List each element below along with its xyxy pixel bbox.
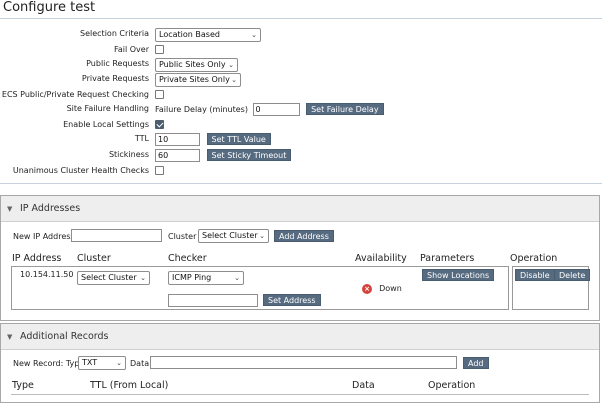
title-divider <box>0 18 602 19</box>
additional-records-header[interactable]: ▼ Additional Records <box>1 324 599 350</box>
cluster-label: Cluster <box>168 232 197 241</box>
ecs-checking-label: ECS Public/Private Request Checking <box>1 90 149 99</box>
show-locations-button[interactable]: Show Locations <box>422 269 495 281</box>
failure-delay-label: Failure Delay (minutes) <box>155 105 248 114</box>
page-title: Configure test <box>3 0 96 15</box>
col-availability: Availability <box>355 253 407 264</box>
additional-records-title: Additional Records <box>20 331 109 342</box>
enable-local-checkbox[interactable] <box>155 120 164 129</box>
row-cluster-value: Select Cluster <box>81 273 137 282</box>
chevron-down-icon: ⌄ <box>234 274 240 282</box>
public-requests-value: Public Sites Only <box>159 60 226 69</box>
set-sticky-timeout-button[interactable]: Set Sticky Timeout <box>206 149 292 161</box>
selection-criteria-select[interactable]: Location Based ⌄ <box>155 28 261 42</box>
disable-button[interactable]: Disable <box>515 269 555 281</box>
cluster-select[interactable]: Select Cluster ⌄ <box>198 229 269 243</box>
chevron-down-icon: ⌄ <box>228 61 234 69</box>
col-type: Type <box>12 380 34 391</box>
chevron-down-icon: ⌄ <box>259 232 265 240</box>
ip-addresses-header[interactable]: ▼ IP Addresses <box>1 196 599 222</box>
additional-records-panel: ▼ Additional Records New Record: Type TX… <box>0 323 600 403</box>
form-row-fail-over: Fail Over <box>0 44 602 58</box>
new-ip-input[interactable] <box>71 229 162 242</box>
row-cluster-select[interactable]: Select Cluster ⌄ <box>77 271 150 285</box>
availability-text: Down <box>379 284 402 293</box>
col-record-operation: Operation <box>428 380 476 391</box>
add-address-button[interactable]: Add Address <box>274 230 334 242</box>
record-type-value: TXT <box>82 358 98 367</box>
ecs-checking-checkbox[interactable] <box>155 90 164 99</box>
form-row-stickiness: Stickiness 60 Set Sticky Timeout <box>0 149 602 163</box>
availability-status: × Down <box>362 284 402 303</box>
ttl-input[interactable]: 10 <box>155 133 200 146</box>
form-row-site-failure: Site Failure Handling Failure Delay (min… <box>0 103 602 117</box>
form-row-private-requests: Private Requests Private Sites Only ⌄ <box>0 73 602 87</box>
triangle-down-icon: ▼ <box>7 333 13 341</box>
fail-over-checkbox[interactable] <box>155 45 164 54</box>
set-address-button[interactable]: Set Address <box>263 294 321 306</box>
data-label: Data <box>130 359 150 368</box>
section-divider <box>0 183 602 184</box>
site-failure-label: Site Failure Handling <box>66 104 149 113</box>
records-header-rule <box>11 394 589 395</box>
failure-delay-input[interactable]: 0 <box>252 103 300 116</box>
form-row-selection-criteria: Selection Criteria Location Based ⌄ <box>0 28 602 42</box>
ip-addresses-panel: ▼ IP Addresses New IP Address Cluster Se… <box>0 195 600 321</box>
new-ip-label: New IP Address <box>13 232 75 241</box>
cluster-select-value: Select Cluster <box>202 231 258 240</box>
col-operation: Operation <box>510 253 558 264</box>
form-row-public-requests: Public Requests Public Sites Only ⌄ <box>0 58 602 72</box>
private-requests-label: Private Requests <box>81 74 149 83</box>
selection-criteria-label: Selection Criteria <box>80 29 149 38</box>
record-type-select[interactable]: TXT ⌄ <box>78 356 126 370</box>
selection-criteria-value: Location Based <box>159 30 220 39</box>
enable-local-label: Enable Local Settings <box>63 120 149 129</box>
triangle-down-icon: ▼ <box>7 205 13 213</box>
set-ttl-button[interactable]: Set TTL Value <box>206 133 271 145</box>
checker-select[interactable]: ICMP Ping ⌄ <box>168 271 244 285</box>
chevron-down-icon: ⌄ <box>251 31 257 39</box>
new-record-type-label: New Record: Type <box>13 359 85 368</box>
x-circle-icon: × <box>362 284 372 294</box>
col-data: Data <box>352 380 375 391</box>
delete-button[interactable]: Delete <box>554 269 591 281</box>
form-row-unanimous: Unanimous Cluster Health Checks <box>0 165 602 179</box>
public-requests-label: Public Requests <box>86 59 149 68</box>
record-data-input[interactable] <box>150 356 457 369</box>
col-parameters: Parameters <box>420 253 475 264</box>
row-ip-address: 10.154.11.50 <box>20 270 74 279</box>
checker-address-input[interactable] <box>168 294 258 307</box>
checker-value: ICMP Ping <box>172 273 212 282</box>
chevron-down-icon: ⌄ <box>116 359 122 367</box>
add-record-button[interactable]: Add <box>463 357 489 369</box>
private-requests-select[interactable]: Private Sites Only ⌄ <box>155 73 241 87</box>
col-ip-address: IP Address <box>12 253 62 264</box>
col-ttl-from-local: TTL (From Local) <box>90 380 169 391</box>
set-failure-delay-button[interactable]: Set Failure Delay <box>306 103 384 115</box>
unanimous-checkbox[interactable] <box>155 166 164 175</box>
stickiness-label: Stickiness <box>108 150 149 159</box>
fail-over-label: Fail Over <box>114 45 149 54</box>
form-row-ttl: TTL 10 Set TTL Value <box>0 133 602 147</box>
chevron-down-icon: ⌄ <box>231 76 237 84</box>
private-requests-value: Private Sites Only <box>159 75 230 84</box>
unanimous-label: Unanimous Cluster Health Checks <box>12 166 149 175</box>
stickiness-input[interactable]: 60 <box>155 149 200 162</box>
ttl-label: TTL <box>134 134 149 143</box>
form-row-ecs-checking: ECS Public/Private Request Checking <box>0 89 602 103</box>
col-checker: Checker <box>168 253 207 264</box>
col-cluster: Cluster <box>77 253 111 264</box>
public-requests-select[interactable]: Public Sites Only ⌄ <box>155 58 238 72</box>
ip-addresses-title: IP Addresses <box>20 203 81 214</box>
form-row-enable-local: Enable Local Settings <box>0 119 602 133</box>
chevron-down-icon: ⌄ <box>140 274 146 282</box>
